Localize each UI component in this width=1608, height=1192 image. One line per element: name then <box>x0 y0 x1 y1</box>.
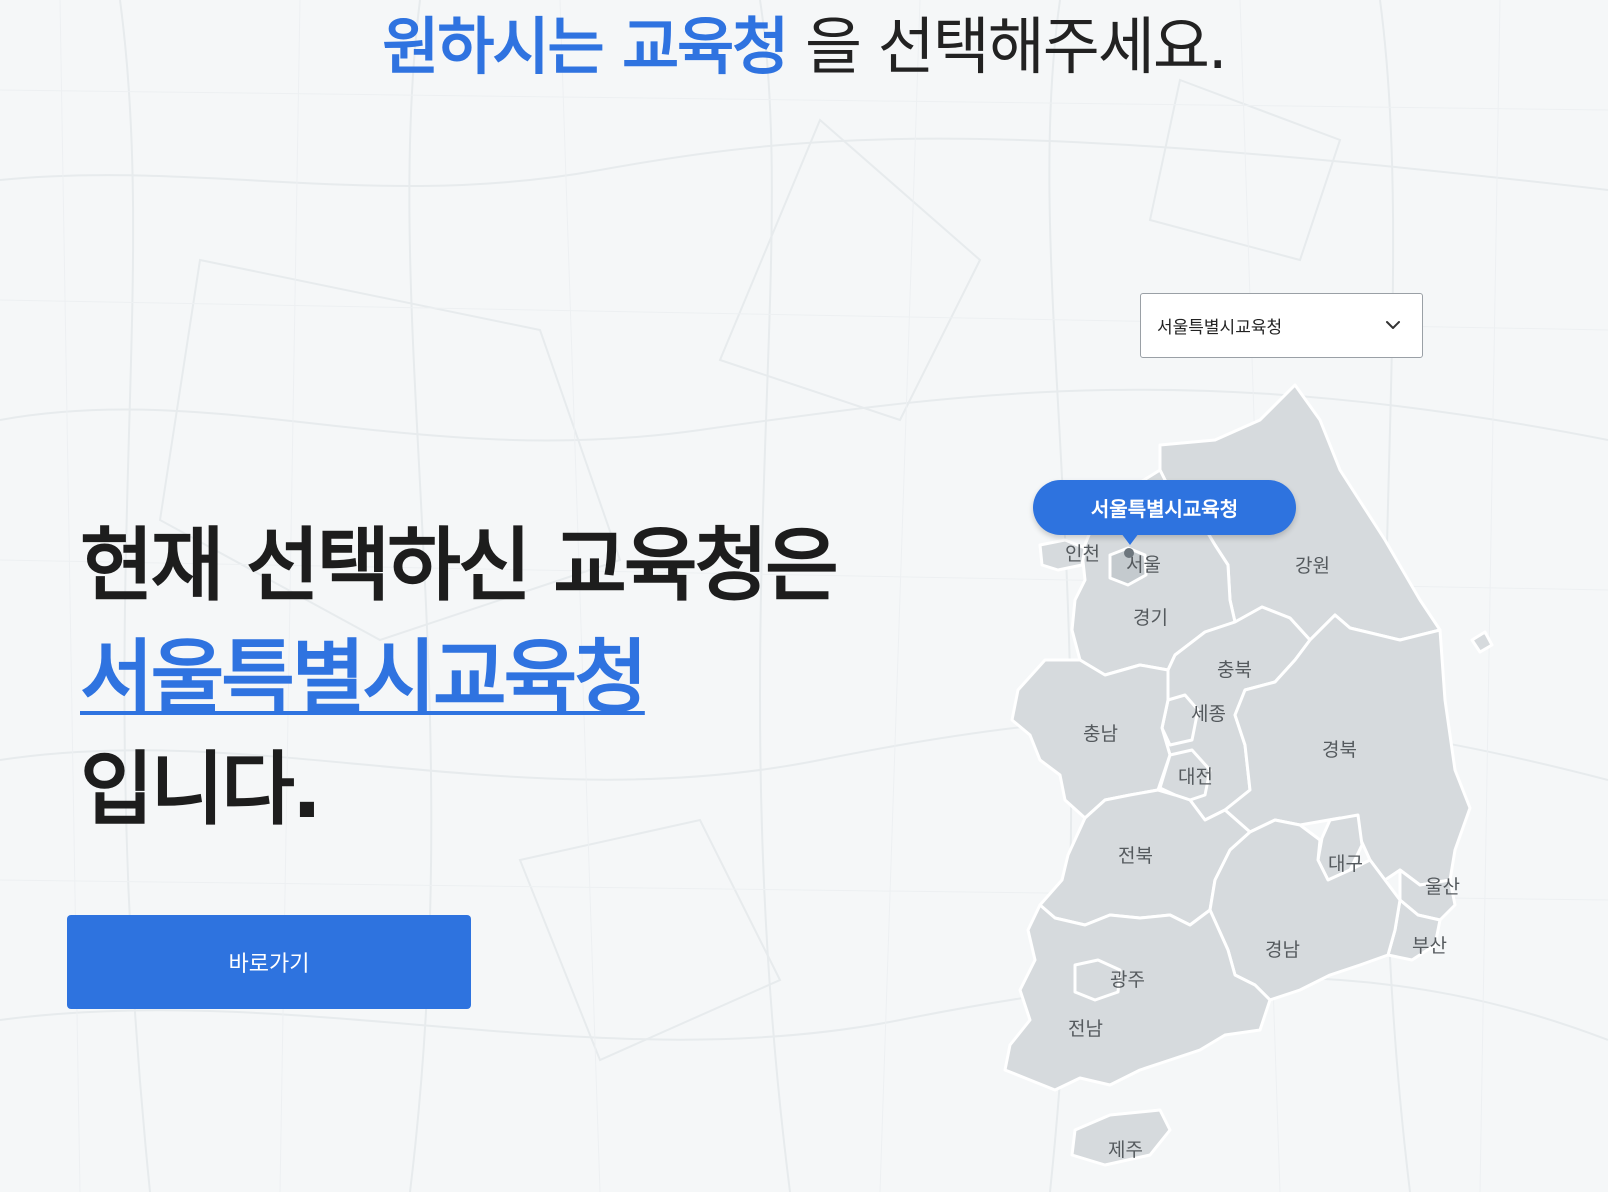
map-tooltip-tail <box>1121 533 1139 545</box>
region-label-gwangju: 광주 <box>1110 969 1145 991</box>
selected-office-name[interactable]: 서울특별시교육청 <box>80 622 648 734</box>
region-label-sejong: 세종 <box>1191 703 1226 725</box>
selected-line-3: 입니다. <box>80 743 322 836</box>
region-label-jeonbuk: 전북 <box>1118 845 1153 867</box>
region-ulleung-island <box>1470 630 1494 654</box>
selected-office-message: 현재 선택하신 교육청은 서울특별시교육청 입니다. <box>80 510 839 846</box>
region-label-daegu: 대구 <box>1328 853 1363 875</box>
region-label-gyeonggi: 경기 <box>1133 607 1168 629</box>
region-label-gyeongbuk: 경북 <box>1322 739 1357 761</box>
region-label-ulsan: 울산 <box>1425 876 1460 898</box>
region-label-gangwon: 강원 <box>1295 555 1330 577</box>
selected-line-1: 현재 선택하신 교육청은 <box>80 519 839 612</box>
chevron-down-icon <box>1386 321 1400 329</box>
go-button[interactable]: 바로가기 <box>67 915 471 1009</box>
region-label-incheon: 인천 <box>1065 543 1100 565</box>
heading-highlight: 원하시는 교육청 <box>382 10 789 83</box>
heading-rest: 을 선택해주세요. <box>787 10 1228 83</box>
page-heading: 원하시는 교육청 을 선택해주세요. <box>0 2 1608 92</box>
map-pin-icon <box>1124 548 1134 558</box>
region-label-gyeongnam: 경남 <box>1265 939 1300 961</box>
region-label-jeju: 제주 <box>1108 1139 1143 1161</box>
office-select-value: 서울특별시교육청 <box>1157 318 1283 338</box>
region-label-chungnam: 충남 <box>1083 723 1118 745</box>
region-label-jeonnam: 전남 <box>1068 1018 1103 1040</box>
map-tooltip: 서울특별시교육청 <box>1033 480 1296 535</box>
region-label-busan: 부산 <box>1412 935 1447 957</box>
region-label-daejeon: 대전 <box>1178 766 1213 788</box>
region-label-chungbuk: 충북 <box>1217 659 1252 681</box>
office-select[interactable]: 서울특별시교육청 <box>1140 293 1423 358</box>
